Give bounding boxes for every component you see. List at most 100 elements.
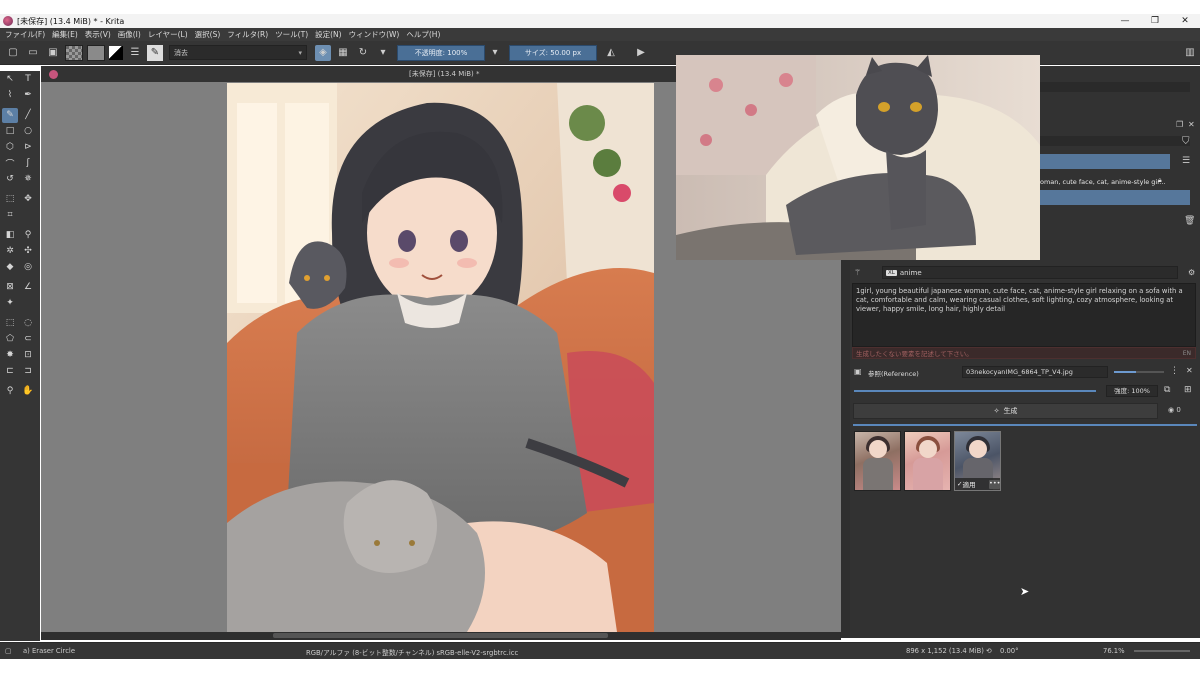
rectangle-tool-icon[interactable]: □: [2, 124, 18, 139]
pattern-swatch[interactable]: [87, 44, 105, 61]
generated-thumbnail[interactable]: [854, 431, 901, 491]
generated-thumbnail-selected[interactable]: ✓ 適用 •••: [954, 431, 1001, 491]
region-icon[interactable]: ⊞: [1184, 385, 1192, 395]
line-tool-icon[interactable]: ╱: [20, 108, 36, 123]
mirror-vertical-icon[interactable]: ▶: [633, 45, 649, 61]
assistant-tool-icon[interactable]: ⊠: [2, 280, 18, 295]
layer-row-selected[interactable]: [1040, 154, 1170, 169]
save-icon[interactable]: ▣: [45, 45, 61, 61]
freehand-select-icon[interactable]: ⊂: [20, 332, 36, 347]
horizontal-scroll-thumb[interactable]: [273, 633, 608, 638]
menu-filter[interactable]: フィルタ(R): [227, 29, 268, 40]
assistant-tool-icon[interactable]: ✣: [20, 244, 36, 259]
thumbnail-more-button[interactable]: •••: [989, 479, 1000, 489]
polygon-tool-icon[interactable]: ⬡: [2, 140, 18, 155]
eraser-mode-icon[interactable]: ◈: [315, 44, 331, 61]
settings-gear-icon[interactable]: ⚙: [1188, 268, 1195, 277]
generate-button[interactable]: ✧ 生成: [853, 403, 1158, 419]
new-document-icon[interactable]: ▢: [5, 45, 21, 61]
bezier-tool-icon[interactable]: ⌒: [2, 156, 18, 171]
layer-menu-icon[interactable]: ☰: [1182, 156, 1190, 166]
reference-pin-icon[interactable]: ✦: [2, 296, 18, 311]
magic-wand-icon[interactable]: ⚚: [854, 268, 861, 277]
measure-tool-icon[interactable]: ∠: [20, 280, 36, 295]
canvas-artwork[interactable]: [227, 83, 654, 632]
reference-range-slider[interactable]: [1114, 371, 1164, 373]
strength-slider[interactable]: [854, 390, 1096, 392]
text-tool-icon[interactable]: T: [20, 72, 36, 87]
brush-preset-status-icon[interactable]: ▢: [5, 647, 11, 655]
reload-preset-icon[interactable]: ↻: [355, 45, 371, 61]
generated-thumbnail[interactable]: [904, 431, 951, 491]
color-picker-icon[interactable]: ⚲: [20, 228, 36, 243]
select-shapes-icon[interactable]: ↖: [2, 72, 18, 87]
menu-image[interactable]: 画像(I): [118, 29, 141, 40]
minimize-button[interactable]: —: [1110, 14, 1140, 28]
bezier-select-icon[interactable]: ⊏: [2, 364, 18, 379]
similar-select-icon[interactable]: ⊡: [20, 348, 36, 363]
dynamic-brush-icon[interactable]: ↺: [2, 172, 18, 187]
style-preset-select[interactable]: XL anime: [882, 266, 1178, 279]
crop-tool-icon[interactable]: ⌗: [2, 208, 18, 223]
remove-reference-icon[interactable]: ✕: [1186, 366, 1193, 375]
chevron-down-icon[interactable]: ▾: [487, 45, 503, 61]
opacity-slider[interactable]: 不透明度: 100%: [397, 44, 485, 61]
reference-image-overlay[interactable]: [676, 55, 1040, 260]
color-swap-icon[interactable]: [109, 45, 123, 60]
reference-mode-select[interactable]: 参照(Reference): [868, 368, 919, 378]
open-folder-icon[interactable]: ▭: [25, 45, 41, 61]
apply-button[interactable]: 適用: [962, 479, 975, 489]
rotation-icon[interactable]: ⟲: [986, 647, 992, 655]
size-slider[interactable]: サイズ: 50.00 px: [509, 44, 597, 61]
menu-view[interactable]: 表示(V): [85, 29, 111, 40]
ellipse-select-icon[interactable]: ◌: [20, 316, 36, 331]
magnetic-select-icon[interactable]: ⊐: [20, 364, 36, 379]
brush-preset-icon[interactable]: ✎: [147, 44, 163, 61]
smart-patch-icon[interactable]: ✲: [2, 244, 18, 259]
close-button[interactable]: ✕: [1170, 14, 1200, 28]
polyline-tool-icon[interactable]: ⊳: [20, 140, 36, 155]
zoom-slider[interactable]: [1134, 650, 1190, 652]
chevron-down-icon[interactable]: ▾: [375, 45, 391, 61]
more-options-icon[interactable]: ⋮: [1170, 366, 1179, 376]
rect-select-icon[interactable]: ⬚: [2, 316, 18, 331]
alpha-lock-icon[interactable]: ▦: [335, 45, 351, 61]
move-tool-icon[interactable]: ✥: [20, 192, 36, 207]
layer-lock-icon[interactable]: 🔒︎: [1158, 176, 1162, 185]
blend-mode-select[interactable]: 消去: [169, 45, 307, 60]
zoom-tool-icon[interactable]: ⚲: [2, 384, 18, 399]
queue-count[interactable]: ◉ 0: [1168, 406, 1181, 414]
contiguous-select-icon[interactable]: ✸: [2, 348, 18, 363]
calligraphy-icon[interactable]: ✒: [20, 88, 36, 103]
close-docker-icon[interactable]: ✕: [1188, 120, 1195, 129]
multibrush-icon[interactable]: ✵: [20, 172, 36, 187]
menu-settings[interactable]: 設定(N): [315, 29, 341, 40]
layer-name[interactable]: oman, cute face, cat, anime-style gir...: [1040, 178, 1166, 186]
enclose-fill-icon[interactable]: ◎: [20, 260, 36, 275]
strength-value[interactable]: 強度: 100%: [1106, 385, 1158, 397]
prompt-input[interactable]: 1girl, young beautiful japanese woman, c…: [852, 283, 1196, 347]
horizontal-scrollbar[interactable]: [41, 632, 841, 640]
brush-settings-icon[interactable]: ☰: [127, 45, 143, 61]
menu-file[interactable]: ファイル(F): [5, 29, 45, 40]
add-control-layer-icon[interactable]: ⧉: [1164, 385, 1170, 395]
fill-tool-icon[interactable]: ◆: [2, 260, 18, 275]
trash-icon[interactable]: 🗑︎: [1184, 216, 1195, 226]
filter-icon[interactable]: ⛉: [1182, 136, 1190, 147]
edit-shapes-icon[interactable]: ⌇: [2, 88, 18, 103]
menu-help[interactable]: ヘルプ(H): [406, 29, 440, 40]
layer-row[interactable]: [1040, 190, 1190, 205]
transform-tool-icon[interactable]: ⬚: [2, 192, 18, 207]
menu-layer[interactable]: レイヤー(L): [148, 29, 188, 40]
mirror-horizontal-icon[interactable]: ◭: [603, 45, 619, 61]
pan-tool-icon[interactable]: ✋: [20, 384, 36, 399]
workspace-icon[interactable]: ▥: [1182, 45, 1198, 61]
freehand-brush-icon[interactable]: ✎: [2, 107, 18, 123]
ellipse-tool-icon[interactable]: ○: [20, 124, 36, 139]
polygon-select-icon[interactable]: ⬠: [2, 332, 18, 347]
float-docker-icon[interactable]: ❐: [1176, 120, 1183, 129]
menu-window[interactable]: ウィンドウ(W): [349, 29, 400, 40]
maximize-button[interactable]: ❐: [1140, 14, 1170, 28]
negative-prompt-input[interactable]: 生成したくない要素を記述して下さい。 EN: [852, 347, 1196, 359]
gradient-swatch[interactable]: [65, 44, 83, 61]
